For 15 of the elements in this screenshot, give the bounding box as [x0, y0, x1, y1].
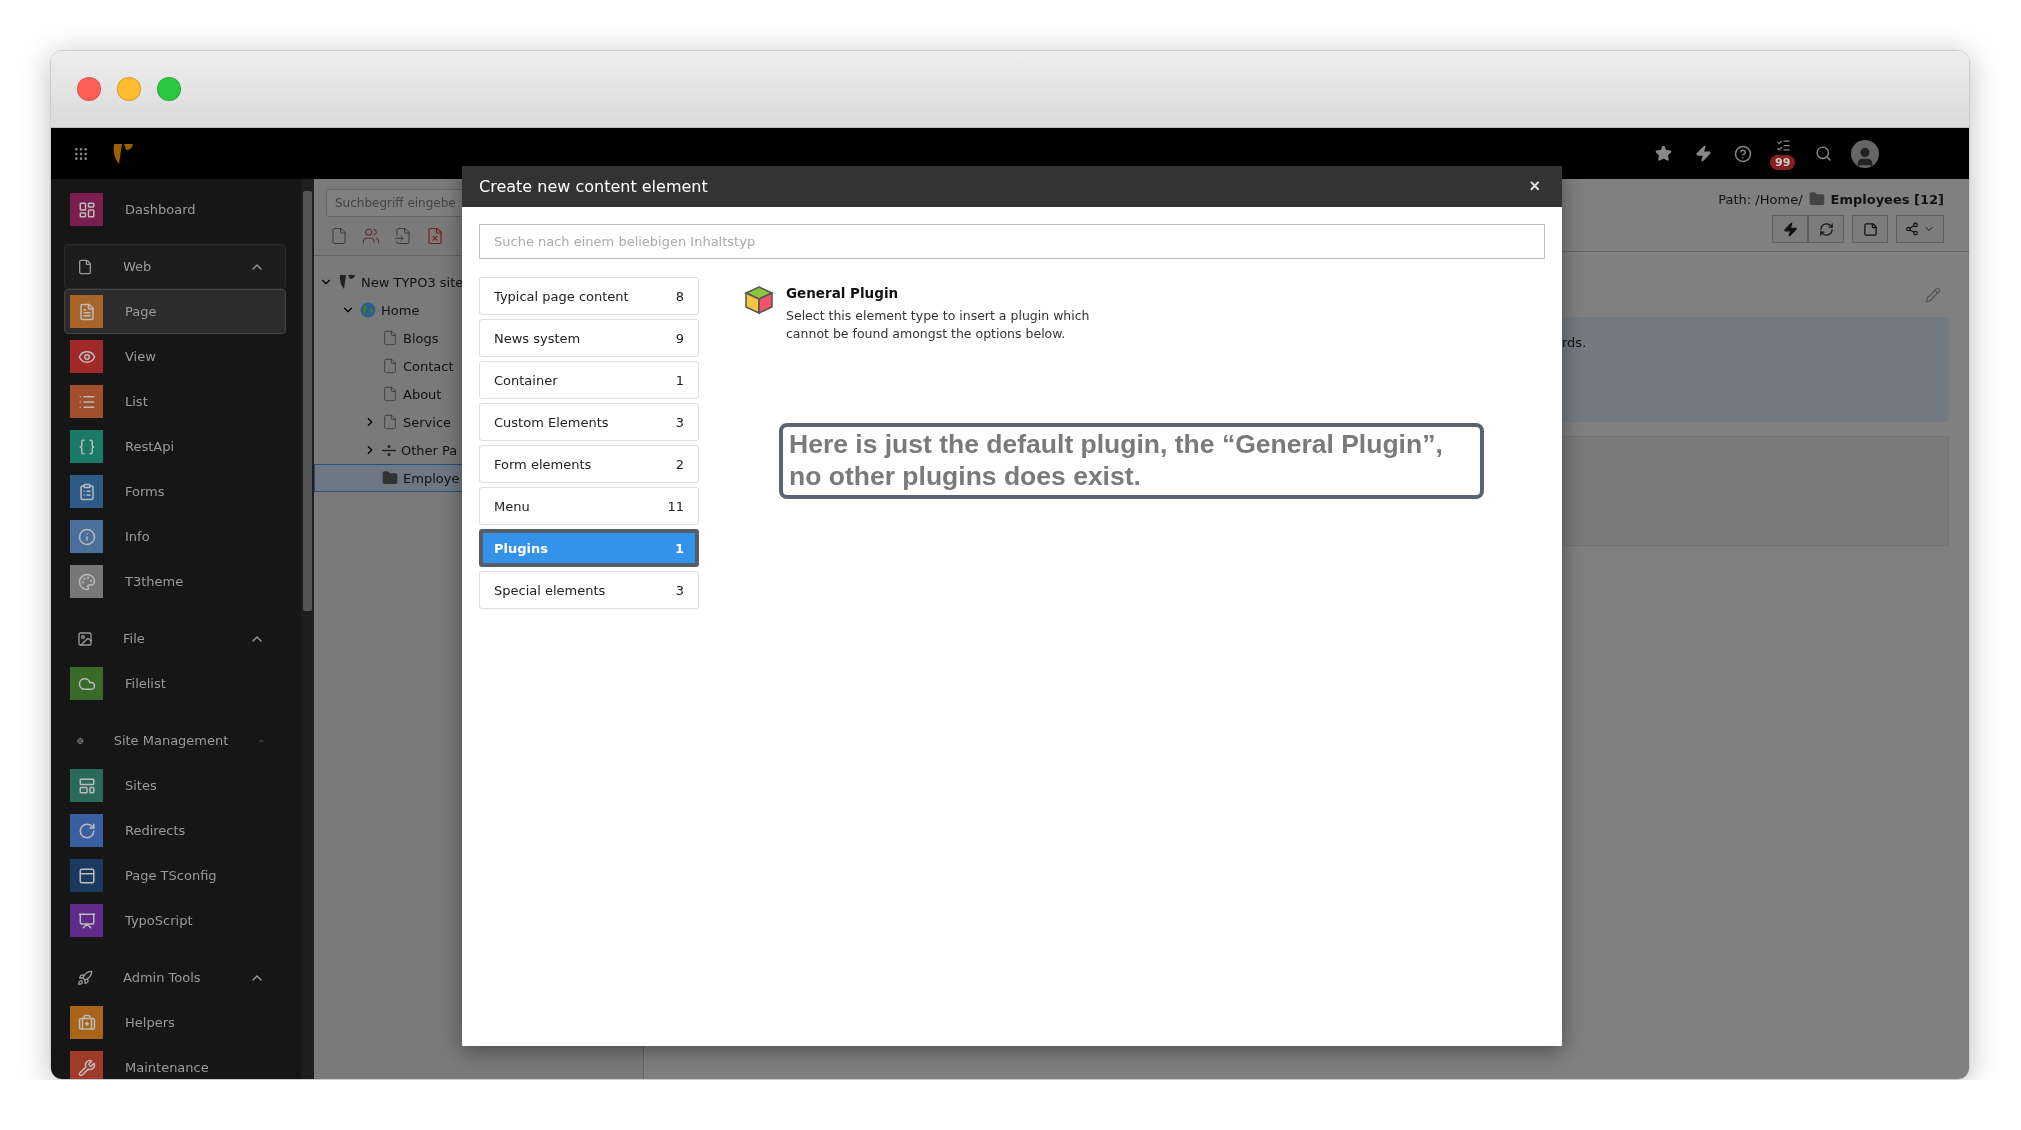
tree-label: Home	[381, 302, 420, 318]
notification-badge: 99	[1770, 154, 1796, 170]
tree-label: About	[403, 386, 442, 402]
tree-label: Employe	[403, 470, 460, 486]
annotation-callout: Here is just the default plugin, the “General Plugin”, no other plugins does exist.	[779, 423, 1484, 499]
modal-title: Create new content element	[479, 177, 708, 196]
tree-label: Service	[403, 414, 452, 430]
path-text: Path: /Home/	[1718, 191, 1803, 207]
tree-label: Other Pa	[401, 442, 458, 458]
tree-label: New TYPO3 site	[361, 274, 464, 290]
tree-label: Contact	[403, 358, 454, 374]
info-text: rds.	[1562, 335, 1587, 350]
tree-label: Blogs	[403, 330, 439, 346]
element-description: Select this element type to insert a plugin which cannot be found amongst the options below.	[786, 307, 1091, 344]
page-title: Employees [12]	[1830, 191, 1944, 207]
